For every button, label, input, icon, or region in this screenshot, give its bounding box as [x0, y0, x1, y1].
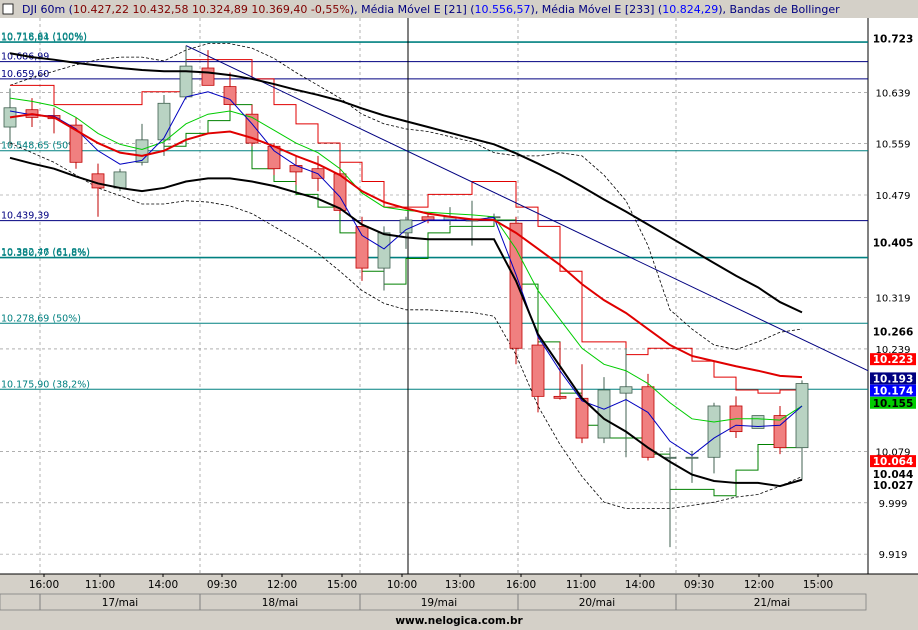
date-label: 19/mai — [421, 597, 457, 609]
level-label: 10.380,77 (61,8%) — [1, 248, 90, 259]
candle-body — [201, 67, 215, 86]
header-box-icon — [2, 3, 14, 15]
candle-body — [113, 171, 127, 189]
candle-body — [399, 219, 413, 234]
header-ohlc: 10.324,89 — [192, 3, 251, 16]
header-indicator-value: 10.556,57 — [475, 3, 531, 16]
header-indicator: , Bandas de Bollinger — [723, 3, 841, 16]
watermark: www.nelogica.com.br — [395, 615, 523, 627]
candle-body — [355, 226, 369, 269]
date-label: 20/mai — [579, 597, 615, 609]
x-tick-label: 14:00 — [625, 579, 655, 591]
candle-body — [707, 405, 721, 458]
level-label: 10.686,99 — [1, 52, 49, 63]
header-indicator: , Média Móvel E [21] ( — [354, 3, 474, 16]
header-ohlc: -0,55% — [311, 3, 350, 16]
candle-body — [619, 386, 633, 394]
candle-body — [157, 102, 171, 141]
price-tag-label: 10.266 — [873, 327, 914, 339]
candle-body — [135, 139, 149, 163]
x-tick-label: 09:30 — [207, 579, 237, 591]
chart-window: 10.639 10.559 10.479 10.319 10.239 10.079 9.99… — [0, 0, 918, 630]
header-ohlc: 10.432,58 — [132, 3, 191, 16]
header-indicator: , Média Móvel E [233] ( — [535, 3, 662, 16]
x-tick-label: 13:00 — [445, 579, 475, 591]
x-tick-label: 10:00 — [387, 579, 417, 591]
candle-body — [685, 456, 699, 459]
date-label: 18/mai — [262, 597, 298, 609]
plot-area — [0, 18, 868, 574]
candle-body — [223, 86, 237, 105]
y-tick-label: 9.999 — [879, 499, 908, 510]
level-label: 10.439,39 — [1, 211, 49, 222]
y-tick-label: 10.559 — [876, 140, 911, 151]
date-label: 17/mai — [102, 597, 138, 609]
candle-body — [289, 165, 303, 173]
level-label: 10.278,69 (50%) — [1, 313, 81, 324]
candlestick-chart[interactable]: 10.63910.55910.47910.31910.23910.0799.99… — [0, 0, 918, 630]
x-tick-label: 09:30 — [684, 579, 714, 591]
x-tick-label: 12:00 — [267, 579, 297, 591]
level-label: 10.175,90 (38,2%) — [1, 379, 90, 390]
price-tag-label: 10.064 — [873, 456, 914, 468]
y-tick-label: 10.319 — [876, 294, 911, 305]
candle-body — [267, 145, 281, 170]
x-tick-label: 14:00 — [148, 579, 178, 591]
price-tag-label: 10.155 — [873, 398, 914, 410]
price-tag-label: 10.223 — [873, 354, 914, 366]
price-tag-label: 10.723 — [873, 34, 914, 46]
level-label: 10.659,60 — [1, 69, 49, 80]
candle-body — [377, 232, 391, 269]
header-text: DJI 60m (10.427,22 10.432,58 10.324,89 1… — [22, 3, 840, 16]
x-tick-label: 16:00 — [506, 579, 536, 591]
header-indicator-value: 10.824,29 — [662, 3, 718, 16]
candle-body — [575, 397, 589, 439]
header-symbol: DJI 60m ( — [22, 3, 73, 16]
price-tag-label: 10.405 — [873, 237, 914, 249]
date-label: 21/mai — [754, 597, 790, 609]
x-tick-label: 11:00 — [85, 579, 115, 591]
candle-body — [91, 173, 105, 189]
price-tag-label: 10.027 — [873, 480, 914, 492]
level-label: 10.548,65 (50%) — [1, 141, 81, 152]
candle-body — [553, 395, 567, 399]
header-ohlc: 10.369,40 — [251, 3, 310, 16]
candle-body — [795, 383, 809, 449]
x-tick-label: 16:00 — [29, 579, 59, 591]
x-tick-label: 15:00 — [327, 579, 357, 591]
price-tag-label: 10.193 — [873, 373, 914, 385]
y-tick-label: 9.919 — [879, 550, 908, 561]
y-tick-label: 10.479 — [876, 191, 911, 202]
x-tick-label: 11:00 — [566, 579, 596, 591]
x-tick-label: 12:00 — [744, 579, 774, 591]
header-ohlc: 10.427,22 — [73, 3, 132, 16]
level-label: 10.716,84 (100%) — [1, 32, 87, 43]
y-tick-label: 10.639 — [876, 88, 911, 99]
price-tag-label: 10.174 — [873, 386, 914, 398]
candle-body — [531, 344, 545, 397]
x-tick-label: 15:00 — [803, 579, 833, 591]
